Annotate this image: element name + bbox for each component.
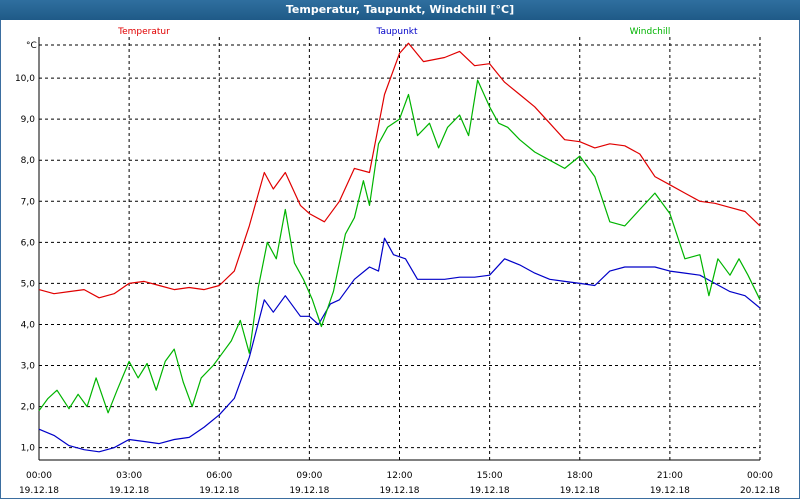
- x-tick-time: 21:00: [657, 471, 683, 481]
- x-tick-time: 18:00: [567, 471, 593, 481]
- y-axis-label: °C: [26, 41, 37, 51]
- y-tick-label: 7,0: [21, 197, 36, 207]
- y-tick-label: 6,0: [21, 238, 36, 248]
- grid-lines: [39, 37, 761, 460]
- x-tick-date: 19.12.18: [199, 486, 239, 496]
- x-tick-date: 20.12.18: [740, 486, 780, 496]
- legend-entry-temperatur: Temperatur: [117, 27, 170, 37]
- y-tick-labels: 1,0 2,0 3,0 4,0 5,0 6,0 7,0 8,0 9,0 10,0: [15, 74, 35, 454]
- y-tick-label: 9,0: [21, 115, 36, 125]
- y-tick-label: 1,0: [21, 444, 36, 454]
- y-tick-label: 8,0: [21, 156, 36, 166]
- y-tick-label: 3,0: [21, 362, 36, 372]
- legend-entry-taupunkt: Taupunkt: [375, 27, 418, 37]
- x-tick-time: 12:00: [387, 471, 413, 481]
- x-tick-time: 15:00: [477, 471, 503, 481]
- x-tick-time: 06:00: [206, 471, 232, 481]
- x-tick-date: 19.12.18: [289, 486, 329, 496]
- y-tick-label: 5,0: [21, 279, 36, 289]
- x-tick-date: 19.12.18: [19, 486, 59, 496]
- x-tick-time: 03:00: [116, 471, 142, 481]
- legend-entry-windchill: Windchill: [630, 27, 671, 37]
- x-tick-time: 00:00: [747, 471, 773, 481]
- x-tick-time: 00:00: [26, 471, 52, 481]
- x-tick-date: 19.12.18: [109, 486, 149, 496]
- x-tick-labels: 00:00 19.12.18 03:00 19.12.18 06:00 19.12.18 0…: [19, 471, 780, 496]
- y-tick-label: 10,0: [15, 74, 35, 84]
- x-tick-date: 19.12.18: [560, 486, 600, 496]
- x-tick-time: 09:00: [296, 471, 322, 481]
- line-chart: 1,0 2,0 3,0 4,0 5,0 6,0 7,0 8,0 9,0 10,0 00:00 19.…: [15, 27, 780, 496]
- x-tick-date: 19.12.18: [379, 486, 419, 496]
- y-tick-label: 4,0: [21, 320, 36, 330]
- legend: Temperatur Taupunkt Windchill: [117, 27, 670, 37]
- y-tick-label: 2,0: [21, 403, 36, 413]
- x-tick-date: 19.12.18: [470, 486, 510, 496]
- x-tick-date: 19.12.18: [650, 486, 690, 496]
